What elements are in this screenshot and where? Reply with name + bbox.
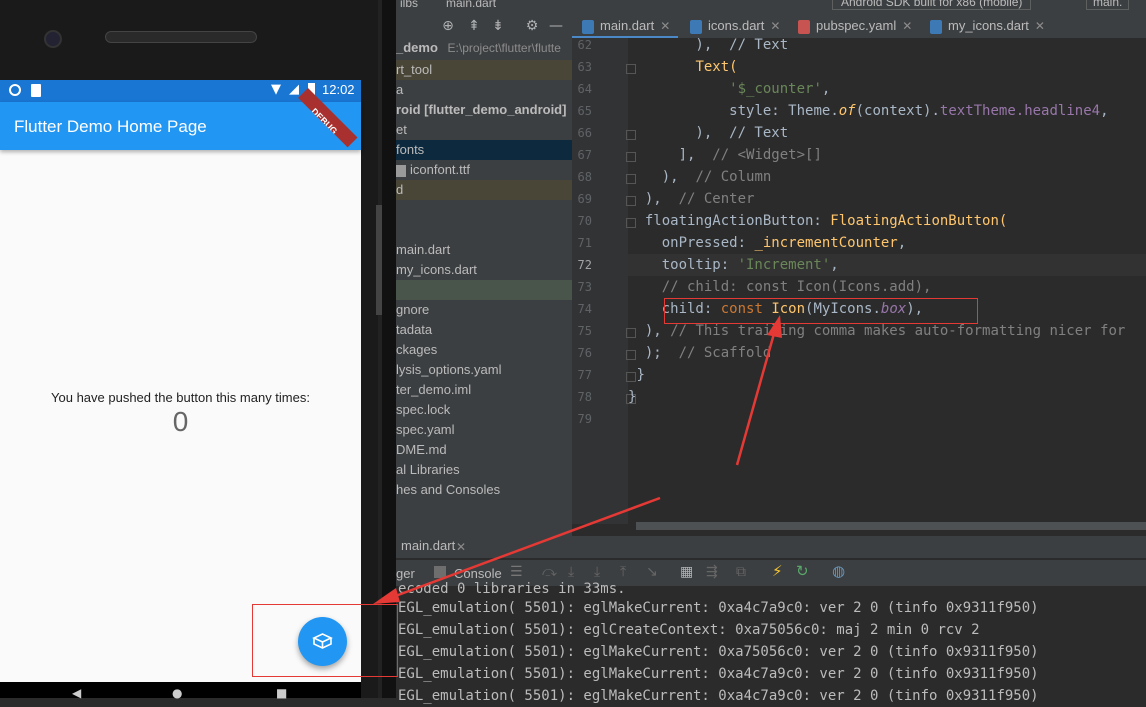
arrow-head-icon (373, 588, 400, 604)
annotation-arrow-up (735, 329, 777, 466)
arrow-head-icon (767, 315, 782, 338)
annotation-arrow-left (389, 496, 661, 600)
annotation-arrows (373, 315, 782, 604)
